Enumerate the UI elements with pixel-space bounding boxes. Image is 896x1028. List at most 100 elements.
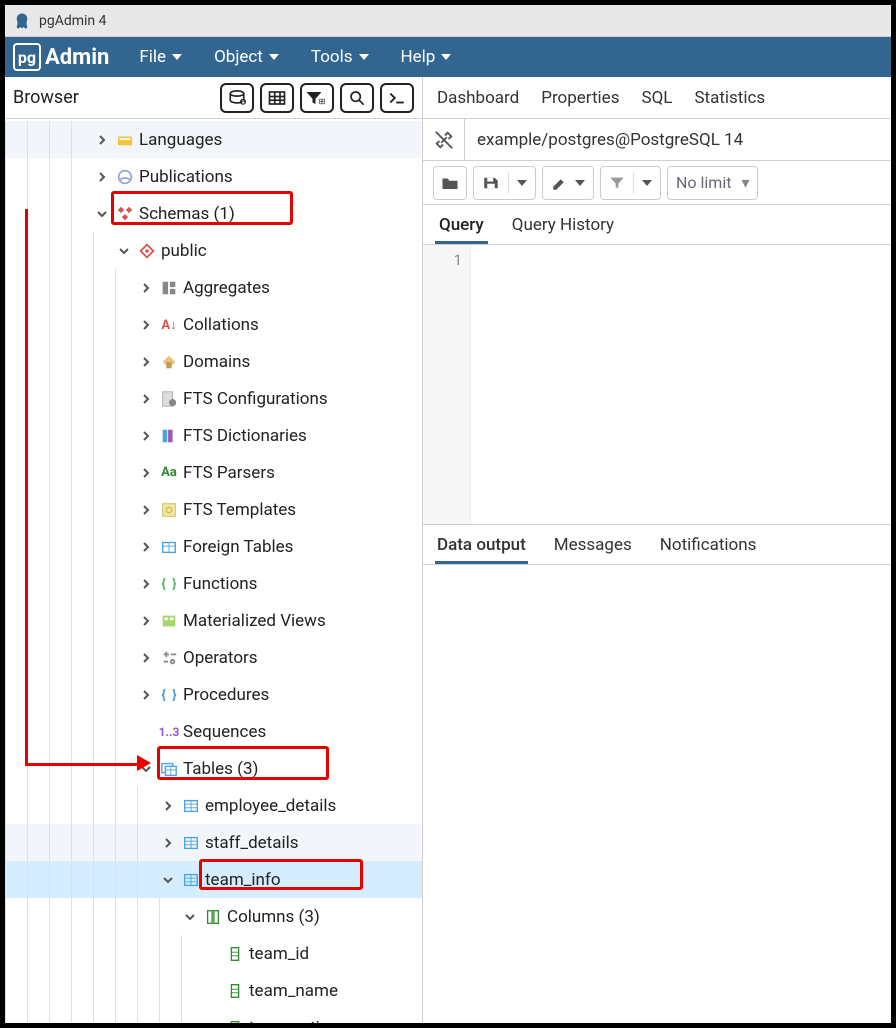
- connection-string[interactable]: example/postgres@PostgreSQL 14: [465, 130, 755, 150]
- tree-operators[interactable]: Operators: [5, 639, 422, 676]
- tab-statistics[interactable]: Statistics: [694, 88, 765, 108]
- chevron-right-icon[interactable]: [159, 837, 177, 849]
- tree-item-label: Procedures: [183, 685, 269, 705]
- editor-text-area[interactable]: [471, 245, 891, 524]
- chevron-right-icon[interactable]: [93, 134, 111, 146]
- browser-tree[interactable]: LanguagesPublicationsSchemas (1) public Ag…: [5, 119, 422, 1023]
- connection-icon[interactable]: [423, 119, 465, 161]
- row-limit-select[interactable]: No limit▾: [667, 166, 758, 200]
- tab-notifications[interactable]: Notifications: [658, 527, 759, 564]
- chevron-down-icon: [575, 180, 585, 186]
- chevron-right-icon[interactable]: [137, 689, 155, 701]
- tree-sequences[interactable]: 1..3Sequences: [5, 713, 422, 750]
- brand-logo-icon: pg: [13, 43, 41, 71]
- tree-item-label: public: [161, 241, 207, 261]
- tree-column-team-rating[interactable]: team_rating: [5, 1009, 422, 1023]
- tool-filter-button[interactable]: ⊞: [300, 83, 334, 113]
- chevron-right-icon[interactable]: [137, 319, 155, 331]
- tree-publications[interactable]: Publications: [5, 158, 422, 195]
- tree-item-label: FTS Templates: [183, 500, 296, 520]
- edit-button[interactable]: [542, 166, 594, 200]
- collation-icon: A↓: [159, 317, 179, 333]
- tab-properties[interactable]: Properties: [541, 88, 619, 108]
- tree-table-team[interactable]: team_info: [5, 861, 422, 898]
- tab-query-history[interactable]: Query History: [508, 207, 618, 244]
- publication-icon: [115, 168, 135, 186]
- tree-domains[interactable]: Domains: [5, 343, 422, 380]
- tab-dashboard[interactable]: Dashboard: [437, 88, 519, 108]
- tree-materialized-views[interactable]: Materialized Views: [5, 602, 422, 639]
- chevron-right-icon[interactable]: [137, 282, 155, 294]
- chevron-right-icon[interactable]: [137, 430, 155, 442]
- tree-schemas[interactable]: Schemas (1): [5, 195, 422, 232]
- tree-column-team-name[interactable]: team_name: [5, 972, 422, 1009]
- tool-terminal-button[interactable]: [380, 83, 414, 113]
- tree-foreign-tables[interactable]: Foreign Tables: [5, 528, 422, 565]
- tab-data-output[interactable]: Data output: [435, 527, 528, 564]
- tree-item-label: FTS Parsers: [183, 463, 275, 483]
- tab-query[interactable]: Query: [435, 207, 488, 244]
- menu-help[interactable]: Help: [389, 41, 464, 73]
- annotation-arrow-horizontal: [25, 763, 141, 766]
- sql-editor[interactable]: 1: [423, 245, 891, 525]
- tree-item-label: employee_details: [205, 796, 336, 816]
- column-icon: [225, 945, 245, 963]
- menu-object[interactable]: Object: [202, 41, 291, 73]
- chevron-right-icon[interactable]: [137, 504, 155, 516]
- titlebar: pgAdmin 4: [5, 5, 891, 37]
- tree-item-label: Aggregates: [183, 278, 270, 298]
- chevron-right-icon[interactable]: [137, 578, 155, 590]
- tree-functions[interactable]: Functions: [5, 565, 422, 602]
- chevron-down-icon[interactable]: [115, 245, 133, 257]
- tree-table-employee[interactable]: employee_details: [5, 787, 422, 824]
- chevron-right-icon[interactable]: [93, 171, 111, 183]
- tree-fts-templates[interactable]: FTS Templates: [5, 491, 422, 528]
- chevron-right-icon[interactable]: [137, 615, 155, 627]
- chevron-down-icon[interactable]: [181, 911, 199, 923]
- open-file-button[interactable]: [433, 166, 467, 200]
- chevron-right-icon[interactable]: [137, 652, 155, 664]
- tool-search-button[interactable]: [340, 83, 374, 113]
- chevron-right-icon[interactable]: [137, 356, 155, 368]
- table-icon: [181, 871, 201, 889]
- brand: pg Admin: [13, 43, 119, 71]
- browser-title: Browser: [13, 87, 79, 108]
- tree-item-label: FTS Dictionaries: [183, 426, 307, 446]
- chevron-down-icon[interactable]: [159, 874, 177, 886]
- tree-fts-dictionaries[interactable]: FTS Dictionaries: [5, 417, 422, 454]
- tree-column-team-id[interactable]: team_id: [5, 935, 422, 972]
- tree-item-label: Sequences: [183, 722, 266, 742]
- chevron-right-icon[interactable]: [137, 467, 155, 479]
- tree-tables[interactable]: Tables (3): [5, 750, 422, 787]
- tab-messages[interactable]: Messages: [552, 527, 634, 564]
- tree-item-label: Collations: [183, 315, 259, 335]
- tree-table-staff[interactable]: staff_details: [5, 824, 422, 861]
- filter-button[interactable]: [600, 166, 661, 200]
- tree-procedures[interactable]: Procedures: [5, 676, 422, 713]
- save-button[interactable]: [473, 166, 536, 200]
- tree-fts-configurations[interactable]: FTS Configurations: [5, 380, 422, 417]
- query-tabs: Query Query History: [423, 205, 891, 245]
- menu-file[interactable]: File: [127, 41, 194, 73]
- menubar: pg Admin File Object Tools Help: [5, 37, 891, 77]
- tree-collations[interactable]: A↓Collations: [5, 306, 422, 343]
- tool-grid-button[interactable]: [260, 83, 294, 113]
- chevron-down-icon[interactable]: [93, 208, 111, 220]
- tool-database-button[interactable]: [220, 83, 254, 113]
- schema-icon: [137, 242, 157, 260]
- chevron-right-icon[interactable]: [137, 393, 155, 405]
- ftsparser-icon: Aa: [159, 465, 179, 480]
- tree-columns[interactable]: Columns (3): [5, 898, 422, 935]
- chevron-right-icon[interactable]: [137, 541, 155, 553]
- tree-public[interactable]: public: [5, 232, 422, 269]
- language-icon: [115, 131, 135, 149]
- chevron-right-icon[interactable]: [159, 800, 177, 812]
- tree-languages[interactable]: Languages: [5, 121, 422, 158]
- tree-aggregates[interactable]: Aggregates: [5, 269, 422, 306]
- tree-item-label: Domains: [183, 352, 250, 372]
- tree-fts-parsers[interactable]: Aa FTS Parsers: [5, 454, 422, 491]
- tab-sql[interactable]: SQL: [641, 88, 672, 108]
- menu-tools[interactable]: Tools: [299, 41, 381, 73]
- column-icon: [225, 1019, 245, 1024]
- tree-item-label: team_id: [249, 944, 309, 964]
